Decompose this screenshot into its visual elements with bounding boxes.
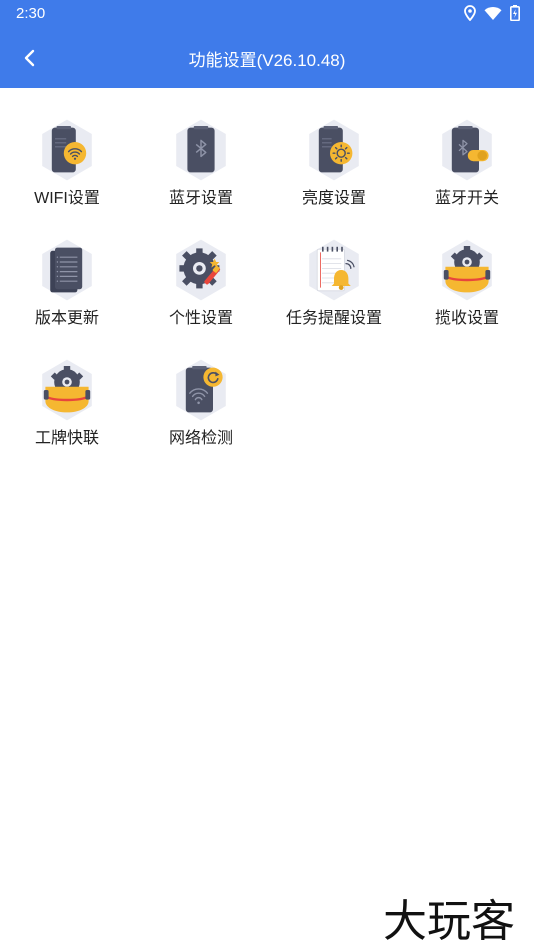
app-bar: 功能设置(V26.10.48): [0, 28, 534, 88]
tile-label: 任务提醒设置: [285, 310, 382, 327]
status-icons: [464, 5, 520, 21]
task-reminder-icon: [309, 239, 359, 301]
wifi-signal-icon: [484, 6, 502, 20]
version-update-icon: [42, 239, 92, 301]
status-time: 2:30: [16, 5, 46, 22]
tile-label: WIFI设置: [34, 190, 100, 207]
badge-quick-connect-icon: [42, 359, 92, 421]
tile-bluetooth-switch[interactable]: 蓝牙开关: [400, 88, 534, 208]
watermark-logo: 大玩客: [383, 896, 515, 944]
tile-version-update[interactable]: 版本更新: [0, 208, 134, 328]
tile-task-reminder[interactable]: 任务提醒设置: [267, 208, 401, 328]
tile-badge-quick-connect[interactable]: 工牌快联: [0, 328, 134, 448]
brightness-settings-icon: [309, 119, 359, 181]
status-bar: 2:30: [0, 0, 534, 28]
bluetooth-switch-icon: [442, 119, 492, 181]
tile-label: 版本更新: [34, 310, 99, 327]
watermark-text: 大玩客: [383, 896, 515, 944]
bluetooth-settings-icon: [176, 119, 226, 181]
tile-label: 个性设置: [168, 310, 233, 327]
tile-brightness-settings[interactable]: 亮度设置: [267, 88, 401, 208]
tile-label: 网络检测: [168, 430, 233, 447]
tile-network-check[interactable]: 网络检测: [134, 328, 268, 448]
tile-label: 亮度设置: [301, 190, 366, 207]
tile-pickup-settings[interactable]: 揽收设置: [400, 208, 534, 328]
tile-wifi-settings[interactable]: WIFI设置: [0, 88, 134, 208]
page-title: 功能设置(V26.10.48): [188, 51, 346, 70]
personalize-icon: [176, 239, 226, 301]
network-check-icon: [176, 359, 226, 421]
tile-label: 蓝牙设置: [168, 190, 233, 207]
tile-label: 揽收设置: [434, 310, 499, 327]
battery-icon: [510, 5, 520, 21]
tile-label: 蓝牙开关: [434, 190, 499, 207]
location-icon: [464, 5, 476, 21]
tile-personalize[interactable]: 个性设置: [134, 208, 268, 328]
pickup-settings-icon: [442, 239, 492, 301]
tile-bluetooth-settings[interactable]: 蓝牙设置: [134, 88, 268, 208]
wifi-settings-icon: [42, 119, 92, 181]
tile-label: 工牌快联: [34, 430, 99, 447]
